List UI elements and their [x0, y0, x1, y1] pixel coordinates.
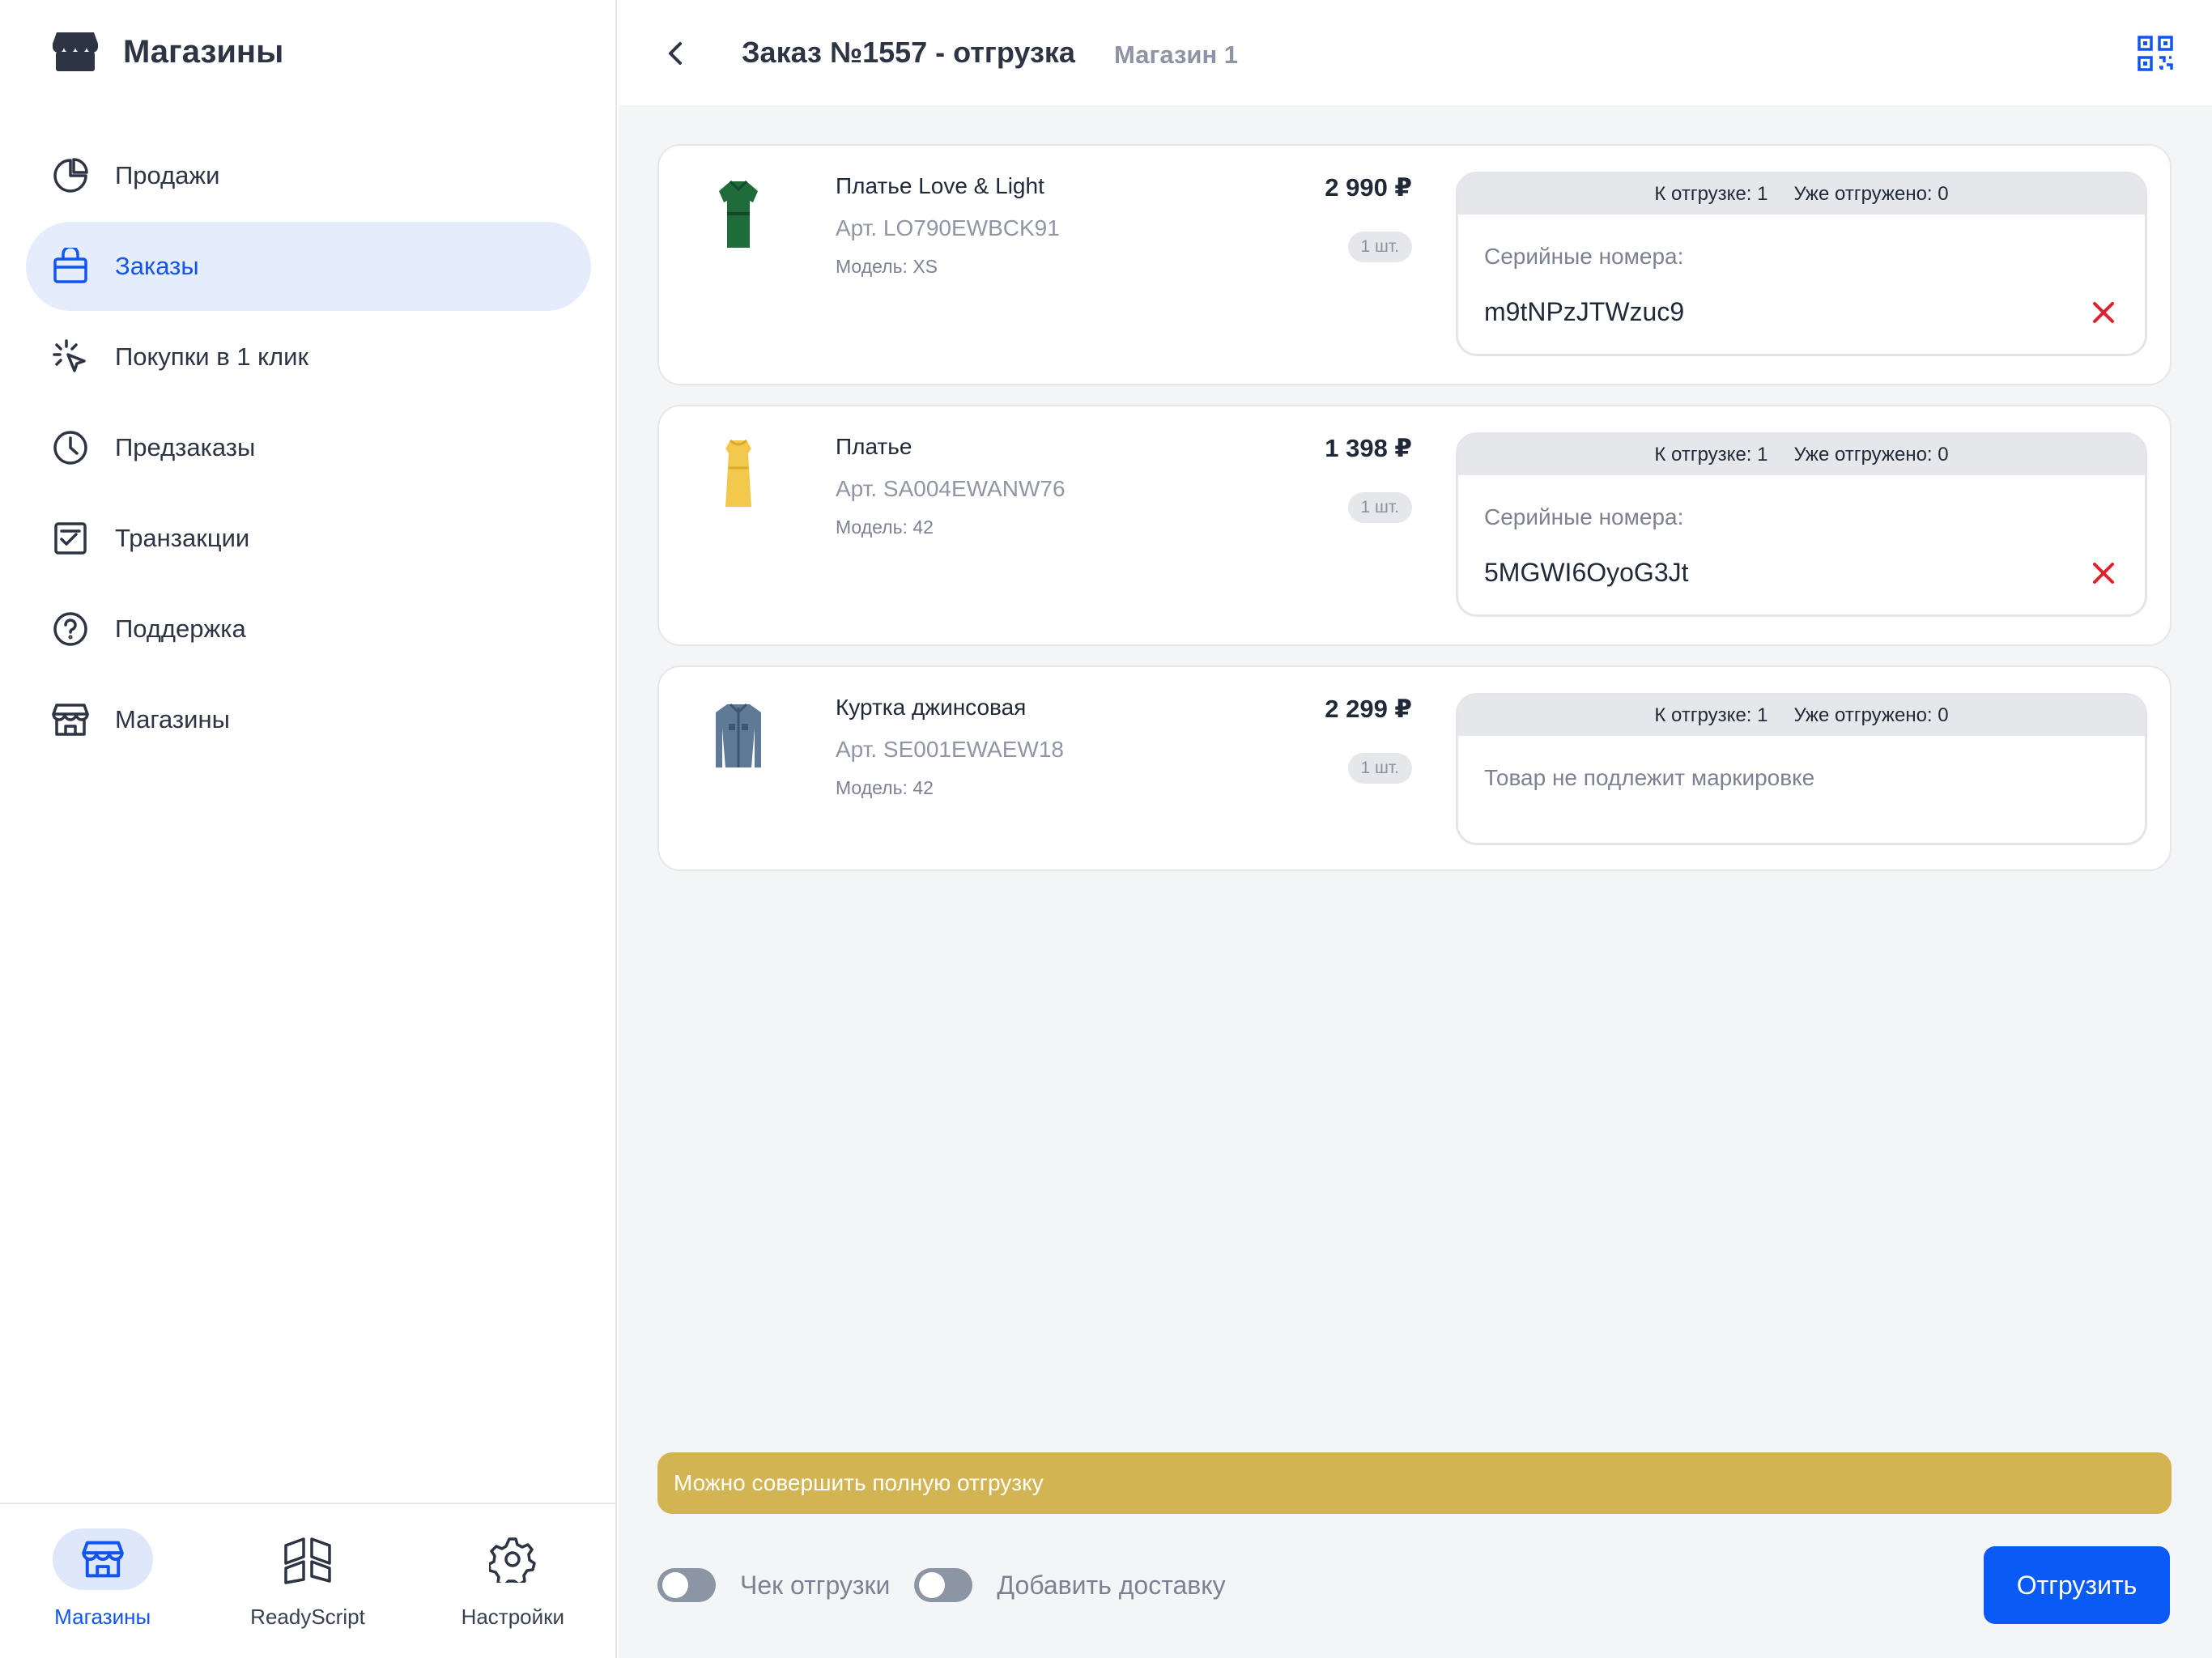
store-icon: [53, 32, 98, 71]
bag-icon: [52, 248, 89, 285]
top-bar: Заказ №1557 - отгрузка Магазин 1: [619, 0, 2212, 105]
tab-stores[interactable]: Магазины: [0, 1504, 205, 1658]
sidebar-item-one-click[interactable]: Покупки в 1 клик: [26, 312, 591, 402]
order-item-card: Куртка джинсовая Арт. SE001EWAEW18 Модел…: [657, 665, 2172, 871]
order-item-card: Платье Арт. SA004EWANW76 Модель: 42 1 39…: [657, 405, 2172, 646]
serial-number: m9tNPzJTWzuc9: [1484, 297, 1685, 326]
tab-label: ReadyScript: [250, 1605, 365, 1629]
product-image: [725, 439, 751, 507]
product-model: Модель: 42: [836, 777, 934, 798]
shipment-options: Чек отгрузки Добавить доставку: [657, 1562, 1250, 1608]
product-name: Платье Love & Light: [836, 173, 1044, 198]
remove-serial-icon[interactable]: [2088, 297, 2119, 328]
shipment-notice: Можно совершить полную отгрузку: [657, 1452, 2172, 1514]
product-model: Модель: 42: [836, 517, 934, 538]
receipt-toggle[interactable]: [657, 1568, 716, 1602]
sidebar-item-label: Магазины: [115, 705, 230, 733]
to-ship-count: К отгрузке: 1: [1654, 444, 1768, 466]
checklist-icon: [52, 520, 89, 557]
back-button[interactable]: [651, 29, 700, 78]
gear-icon: [462, 1528, 563, 1590]
receipt-toggle-label: Чек отгрузки: [740, 1570, 891, 1600]
product-article: Арт. SA004EWANW76: [836, 476, 1066, 501]
serial-numbers-panel: К отгрузке: 1 Уже отгружено: 0 Серийные …: [1456, 172, 2147, 356]
serial-number: 5MGWI6OyoG3Jt: [1484, 558, 1689, 587]
product-price: 2 990 ₽: [1325, 173, 1412, 202]
product-name: Куртка джинсовая: [836, 695, 1027, 720]
quantity-badge: 1 шт.: [1347, 492, 1412, 523]
sidebar-item-label: Транзакции: [115, 524, 250, 552]
product-article: Арт. SE001EWAEW18: [836, 737, 1064, 762]
store-icon: [52, 701, 89, 738]
sidebar-item-sales[interactable]: Продажи: [26, 131, 591, 220]
product-name: Платье: [836, 434, 912, 459]
product-image: [716, 703, 761, 767]
shipment-status-header: К отгрузке: 1 Уже отгружено: 0: [1458, 695, 2145, 736]
to-ship-count: К отгрузке: 1: [1654, 704, 1768, 726]
tab-settings[interactable]: Настройки: [410, 1504, 615, 1658]
qr-scan-button[interactable]: [2131, 29, 2180, 78]
sidebar-item-preorders[interactable]: Предзаказы: [26, 403, 591, 492]
remove-serial-icon[interactable]: [2088, 558, 2119, 589]
sidebar: Магазины Продажи Заказы Покупки в 1 клик…: [0, 0, 617, 1658]
product-model: Модель: XS: [836, 256, 938, 277]
serial-numbers-label: Серийные номера:: [1484, 244, 1684, 269]
sidebar-item-support[interactable]: Поддержка: [26, 585, 591, 674]
pie-chart-icon: [52, 157, 89, 194]
serial-numbers-panel: К отгрузке: 1 Уже отгружено: 0 Серийные …: [1456, 432, 2147, 617]
shipment-status-header: К отгрузке: 1 Уже отгружено: 0: [1458, 174, 2145, 215]
brand: Магазины: [52, 28, 283, 76]
sidebar-item-label: Продажи: [115, 161, 220, 189]
help-icon: [52, 610, 89, 648]
sidebar-item-label: Покупки в 1 клик: [115, 342, 309, 371]
shipped-count: Уже отгружено: 0: [1793, 704, 1949, 726]
tab-label: Магазины: [54, 1605, 151, 1629]
sidebar-item-label: Поддержка: [115, 614, 246, 643]
to-ship-count: К отгрузке: 1: [1654, 183, 1768, 205]
qr-code-icon: [2138, 36, 2173, 71]
bottom-tab-bar: Магазины ReadyScript Настройки: [0, 1503, 615, 1658]
product-image: [719, 180, 758, 248]
sidebar-nav: Продажи Заказы Покупки в 1 клик Предзака…: [26, 131, 591, 766]
sidebar-item-orders[interactable]: Заказы: [26, 222, 591, 311]
readyscript-logo-icon: [257, 1528, 358, 1590]
delivery-toggle-label: Добавить доставку: [997, 1570, 1226, 1600]
tab-label: Настройки: [461, 1605, 565, 1629]
page-title: Заказ №1557 - отгрузка: [742, 36, 1075, 69]
no-marking-note: Товар не подлежит маркировке: [1484, 765, 1815, 790]
product-price: 2 299 ₽: [1325, 695, 1412, 723]
sidebar-item-stores[interactable]: Магазины: [26, 675, 591, 764]
quantity-badge: 1 шт.: [1347, 232, 1412, 262]
brand-title: Магазины: [123, 33, 284, 70]
click-icon: [52, 338, 89, 376]
serial-numbers-label: Серийные номера:: [1484, 504, 1684, 529]
shipment-status-header: К отгрузке: 1 Уже отгружено: 0: [1458, 435, 2145, 475]
shipped-count: Уже отгружено: 0: [1793, 183, 1949, 205]
shipped-count: Уже отгружено: 0: [1793, 444, 1949, 466]
sidebar-item-label: Предзаказы: [115, 433, 256, 461]
store-icon: [52, 1528, 153, 1590]
sidebar-item-transactions[interactable]: Транзакции: [26, 494, 591, 583]
chevron-left-icon: [669, 42, 682, 65]
store-name: Магазин 1: [1114, 40, 1239, 69]
product-article: Арт. LO790EWBCK91: [836, 215, 1060, 240]
order-item-card: Платье Love & Light Арт. LO790EWBCK91 Мо…: [657, 144, 2172, 385]
main-content: Заказ №1557 - отгрузка Магазин 1 Платье …: [619, 0, 2212, 1658]
clock-icon: [52, 429, 89, 466]
tab-readyscript[interactable]: ReadyScript: [205, 1504, 410, 1658]
quantity-badge: 1 шт.: [1347, 753, 1412, 784]
delivery-toggle[interactable]: [914, 1568, 973, 1602]
product-price: 1 398 ₽: [1325, 434, 1412, 462]
ship-button[interactable]: Отгрузить: [1984, 1546, 2170, 1624]
sidebar-item-label: Заказы: [115, 252, 199, 280]
serial-numbers-panel: К отгрузке: 1 Уже отгружено: 0 Товар не …: [1456, 693, 2147, 845]
